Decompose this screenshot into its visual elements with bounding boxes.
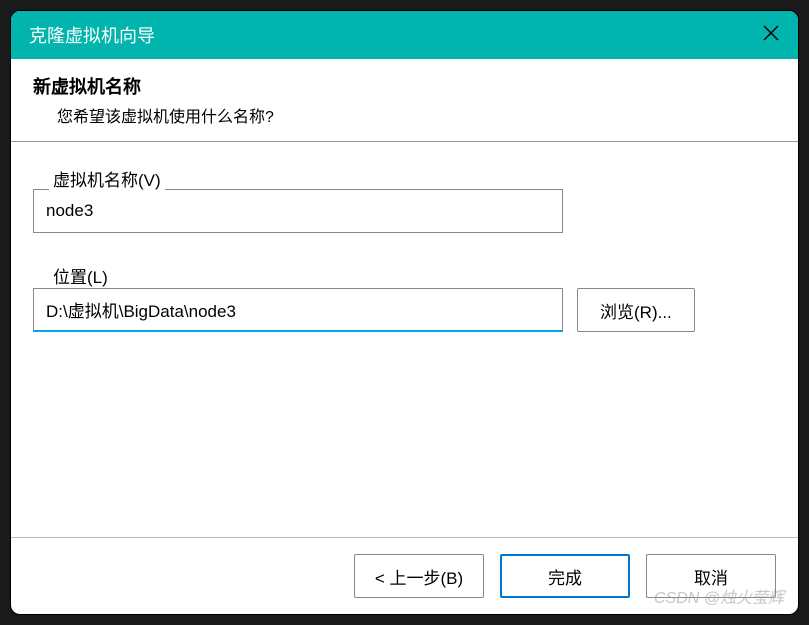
wizard-footer: < 上一步(B) 完成 取消 [11, 537, 798, 614]
vm-name-input[interactable] [33, 189, 563, 233]
cancel-button[interactable]: 取消 [646, 554, 776, 598]
window-title: 克隆虚拟机向导 [29, 22, 155, 48]
vm-location-input[interactable] [33, 288, 563, 332]
vm-name-group: 虚拟机名称(V) [33, 166, 776, 233]
clone-vm-wizard-dialog: 克隆虚拟机向导 新虚拟机名称 您希望该虚拟机使用什么名称? 虚拟机名称(V) 位… [10, 10, 799, 615]
page-title: 新虚拟机名称 [33, 73, 776, 99]
titlebar: 克隆虚拟机向导 [11, 11, 798, 59]
wizard-header: 新虚拟机名称 您希望该虚拟机使用什么名称? [11, 59, 798, 142]
back-button[interactable]: < 上一步(B) [354, 554, 484, 598]
vm-location-group: 位置(L) 浏览(R)... [33, 263, 776, 332]
browse-button[interactable]: 浏览(R)... [577, 288, 695, 332]
location-row: 浏览(R)... [33, 288, 776, 332]
vm-location-label: 位置(L) [49, 263, 112, 288]
page-subtitle: 您希望该虚拟机使用什么名称? [33, 103, 776, 127]
finish-button[interactable]: 完成 [500, 554, 630, 598]
vm-name-label: 虚拟机名称(V) [49, 166, 165, 191]
wizard-content: 虚拟机名称(V) 位置(L) 浏览(R)... [11, 142, 798, 537]
close-icon[interactable] [762, 24, 780, 46]
